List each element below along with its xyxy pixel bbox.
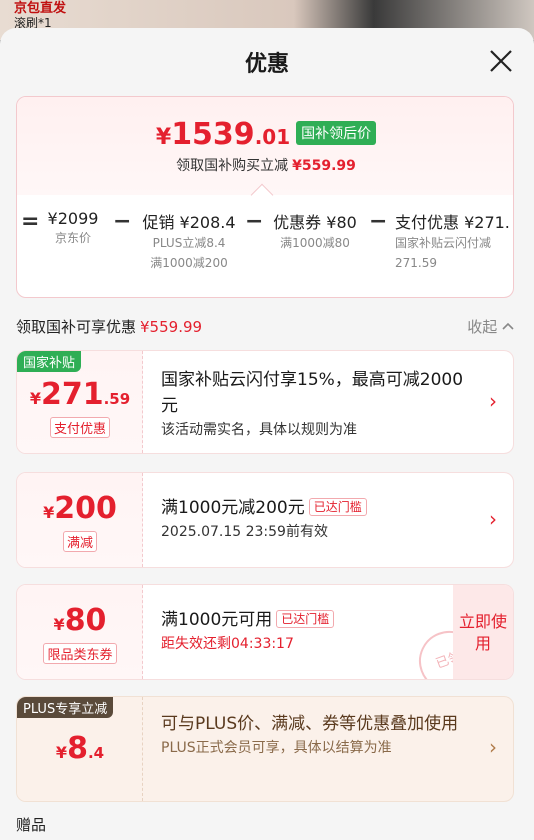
coupon-type-label: 支付优惠 bbox=[49, 417, 110, 438]
discount-section-header: 领取国补可享优惠 ¥559.99 收起 bbox=[16, 316, 514, 336]
price-tag: 国补领后价 bbox=[296, 121, 377, 145]
coupon-card-plus[interactable]: PLUS专享立减 ¥8.4 可与PLUS价、满减、券等优惠叠加使用 PLUS正式… bbox=[16, 696, 514, 802]
saving-line: 领取国补购买立减 ¥559.99 bbox=[17, 155, 513, 175]
gift-section-label: 赠品 bbox=[16, 816, 47, 834]
coupon-type-tag: 满减 bbox=[17, 531, 143, 552]
saving-amount: ¥559.99 bbox=[292, 158, 356, 174]
coupon-type-label: 满减 bbox=[62, 531, 97, 552]
term-promotion: 促销 ¥208.4 PLUS立减8.4 满1000减200 bbox=[137, 209, 241, 273]
coupon-amount: ¥271.59 bbox=[17, 377, 143, 412]
coupon-amount: ¥80 bbox=[17, 603, 143, 638]
amount-currency: ¥ bbox=[43, 503, 55, 522]
amount-currency: ¥ bbox=[55, 743, 68, 762]
coupon-type-tag: 限品类东券 bbox=[17, 643, 143, 664]
term-sub: 国家补贴云闪付减 bbox=[395, 236, 492, 250]
price-integer: 1539 bbox=[171, 117, 255, 152]
amount-decimal: .4 bbox=[87, 744, 105, 762]
price-currency: ¥ bbox=[155, 125, 172, 150]
coupon-expiry: 2025.07.15 23:59前有效 bbox=[161, 524, 328, 540]
chevron-right-icon[interactable]: › bbox=[489, 735, 497, 759]
use-now-button[interactable]: 立即使用 bbox=[453, 585, 513, 679]
close-icon bbox=[490, 50, 512, 72]
coupon-amount-panel: ¥80 限品类东券 bbox=[17, 585, 143, 679]
background-text: 京包直发 bbox=[14, 1, 67, 16]
collapse-label: 收起 bbox=[467, 318, 498, 336]
coupon-card-full-reduction[interactable]: ¥200 满减 满1000元减200元 已达门槛 2025.07.15 23:59… bbox=[16, 472, 514, 568]
subsidy-badge: 国家补贴 bbox=[17, 351, 82, 372]
price-decimal: .01 bbox=[254, 125, 291, 149]
coupon-details: 可与PLUS价、满减、券等优惠叠加使用 PLUS正式会员可享，具体以结算为准 bbox=[161, 711, 473, 759]
amount-integer: 8 bbox=[67, 731, 88, 766]
term-sub-2: 满1000减200 bbox=[150, 256, 228, 270]
amount-integer: 80 bbox=[64, 603, 107, 638]
term-main: 优惠券 ¥80 bbox=[273, 213, 357, 232]
coupon-card-subsidy[interactable]: 国家补贴 ¥271.59 支付优惠 国家补贴云闪付享15%，最高可减2000元 … bbox=[16, 350, 514, 454]
coupon-amount-panel: 国家补贴 ¥271.59 支付优惠 bbox=[17, 351, 143, 453]
section-title: 领取国补可享优惠 bbox=[16, 318, 137, 336]
coupon-card-category[interactable]: ¥80 限品类东券 满1000元可用 已达门槛 距失效还剩04:33:17 已领 … bbox=[16, 584, 514, 680]
amount-currency: ¥ bbox=[29, 389, 41, 408]
coupon-amount-panel: ¥200 满减 bbox=[17, 473, 143, 567]
threshold-pill: 已达门槛 bbox=[308, 498, 367, 516]
plus-badge: PLUS专享立减 bbox=[17, 697, 114, 718]
coupon-amount-panel: PLUS专享立减 ¥8.4 bbox=[17, 697, 143, 801]
coupon-title: 国家补贴云闪付享15%，最高可减2000元 bbox=[161, 370, 464, 416]
summary-header: ¥1539.01 国补领后价 领取国补购买立减 ¥559.99 bbox=[17, 97, 513, 195]
term-jd-price: ¥2099 京东价 bbox=[45, 209, 101, 248]
amount-decimal: .59 bbox=[103, 390, 131, 408]
close-button[interactable] bbox=[488, 48, 514, 74]
coupon-amount: ¥8.4 bbox=[17, 731, 143, 766]
operator-equals: = bbox=[21, 209, 40, 234]
coupon-type-tag: 支付优惠 bbox=[17, 417, 143, 438]
term-sub: PLUS立减8.4 bbox=[152, 236, 226, 250]
price-summary: ¥1539.01 国补领后价 领取国补购买立减 ¥559.99 = ¥2099 京东… bbox=[16, 96, 514, 298]
term-sub: 京东价 bbox=[54, 231, 91, 245]
threshold-pill: 已达门槛 bbox=[276, 610, 335, 628]
chevron-right-icon[interactable]: › bbox=[489, 507, 497, 531]
chevron-up-icon bbox=[502, 322, 514, 330]
amount-integer: 200 bbox=[54, 491, 117, 526]
coupon-note: 该活动需实名，具体以规则为准 bbox=[161, 422, 357, 438]
operator-minus: − bbox=[113, 209, 132, 234]
coupon-title: 满1000元可用 bbox=[161, 610, 273, 630]
term-main: 促销 ¥208.4 bbox=[142, 213, 236, 232]
section-label: 领取国补可享优惠 ¥559.99 bbox=[16, 316, 202, 337]
discount-sheet: 优惠 ¥1539.01 国补领后价 领取国补购买立减 ¥559.99 = ¥2099… bbox=[0, 28, 534, 840]
price-formula: = ¥2099 京东价 − 促销 ¥208.4 PLUS立减8.4 满1000减… bbox=[17, 209, 513, 295]
amount-integer: 271 bbox=[40, 377, 104, 412]
operator-minus: − bbox=[369, 209, 388, 234]
coupon-details: 国家补贴云闪付享15%，最高可减2000元 该活动需实名，具体以规则为准 bbox=[161, 367, 473, 441]
term-main: ¥2099 bbox=[47, 209, 99, 228]
final-price: ¥1539.01 国补领后价 bbox=[17, 117, 513, 152]
term-payment: 支付优惠 ¥271. 国家补贴云闪付减 271.59 bbox=[395, 209, 513, 273]
chevron-right-icon[interactable]: › bbox=[489, 389, 497, 413]
coupon-note: PLUS正式会员可享，具体以结算为准 bbox=[161, 740, 392, 756]
operator-minus: − bbox=[245, 209, 264, 234]
coupon-details: 满1000元减200元 已达门槛 2025.07.15 23:59前有效 bbox=[161, 495, 473, 543]
term-sub: 满1000减80 bbox=[280, 236, 350, 250]
coupon-title-line: 满1000元减200元 已达门槛 bbox=[161, 495, 473, 521]
amount-currency: ¥ bbox=[53, 615, 65, 634]
coupon-title: 可与PLUS价、满减、券等优惠叠加使用 bbox=[161, 714, 459, 734]
coupon-amount: ¥200 bbox=[17, 491, 143, 526]
term-main: 支付优惠 ¥271. bbox=[395, 213, 510, 232]
saving-text: 领取国补购买立减 bbox=[176, 158, 289, 174]
term-sub-2: 271.59 bbox=[395, 256, 437, 270]
coupon-title-line: 满1000元可用 已达门槛 bbox=[161, 607, 473, 633]
collapse-button[interactable]: 收起 bbox=[467, 316, 514, 337]
coupon-type-label: 限品类东券 bbox=[43, 643, 117, 664]
term-coupon: 优惠券 ¥80 满1000减80 bbox=[269, 209, 361, 253]
coupon-title: 满1000元减200元 bbox=[161, 498, 305, 518]
sheet-title: 优惠 bbox=[244, 52, 289, 77]
section-amount: ¥559.99 bbox=[140, 318, 203, 336]
